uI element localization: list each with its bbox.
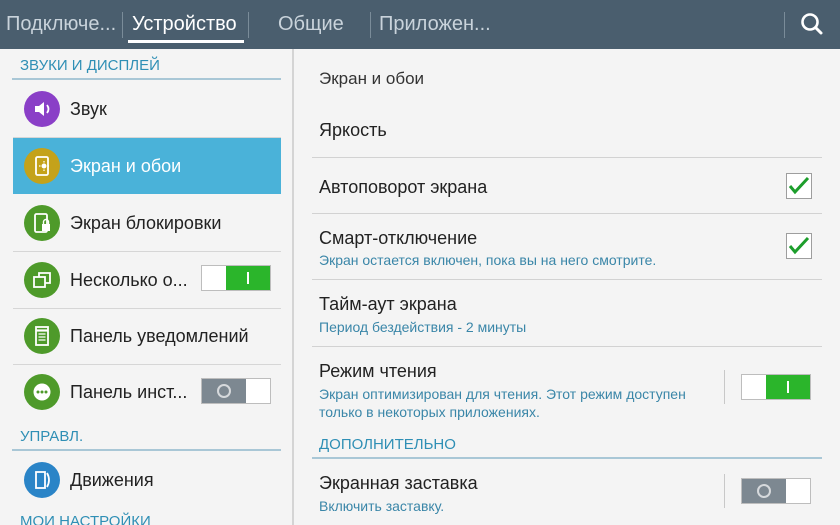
smart-stay-checkbox[interactable] — [786, 233, 812, 259]
sidebar-item-label: Звук — [70, 99, 107, 119]
sidebar-item-label: Несколько о... — [70, 270, 188, 290]
auto-rotate-checkbox[interactable] — [786, 173, 812, 199]
screen-brightness-icon — [24, 148, 60, 184]
screen-saver-toggle[interactable] — [741, 478, 811, 504]
tab-separator — [370, 12, 371, 38]
tab-separator — [248, 12, 249, 38]
checkmark-icon — [788, 236, 810, 255]
settings-app: Подключе... Устройство Общие Приложен...… — [0, 0, 840, 525]
tab-separator — [122, 12, 123, 38]
sidebar-item-lock-screen[interactable]: Экран блокировки — [13, 195, 281, 251]
tab-separator — [784, 12, 785, 38]
sidebar-item-label: Панель уведомлений — [70, 326, 249, 346]
speaker-icon — [24, 91, 60, 127]
screen-saver-description: Включить заставку. — [319, 498, 445, 514]
multi-window-icon — [24, 262, 60, 298]
reading-mode-description: Экран оптимизирован для чтения. Этот реж… — [319, 386, 686, 420]
section-divider — [312, 457, 822, 459]
search-button[interactable] — [786, 0, 840, 49]
tab-connections[interactable]: Подключе... — [6, 0, 116, 49]
sidebar-section-header: ЗВУКИ И ДИСПЛЕЙ — [20, 57, 160, 74]
smart-stay-description: Экран остается включен, пока вы на него … — [319, 252, 657, 268]
sidebar-item-notification-panel[interactable]: Панель уведомлений — [13, 308, 281, 364]
smart-stay-row[interactable]: Смарт-отключение — [319, 228, 477, 249]
reading-mode-toggle[interactable] — [741, 374, 811, 400]
auto-rotate-row[interactable]: Автоповорот экрана — [319, 177, 487, 198]
top-tab-bar: Подключе... Устройство Общие Приложен... — [0, 0, 840, 49]
sidebar-section-header: МОИ НАСТРОЙКИ — [20, 513, 151, 525]
checkmark-icon — [788, 176, 810, 195]
brightness-row[interactable]: Яркость — [319, 120, 387, 141]
motion-icon — [24, 462, 60, 498]
search-icon — [801, 13, 823, 35]
row-divider — [312, 279, 822, 280]
sidebar-item-label: Движения — [70, 470, 154, 490]
sidebar-item-label: Экран блокировки — [70, 213, 222, 233]
page-title: Экран и обои — [319, 69, 425, 88]
row-divider — [312, 213, 822, 214]
section-divider — [12, 449, 281, 451]
toolbox-icon — [24, 374, 60, 410]
sidebar-item-display-wallpaper[interactable]: Экран и обои — [13, 138, 281, 194]
multi-window-toggle[interactable] — [201, 265, 271, 291]
notification-panel-icon — [24, 318, 60, 354]
row-divider — [312, 346, 822, 347]
vertical-separator — [724, 474, 725, 508]
sidebar-section-header: УПРАВЛ. — [20, 428, 84, 445]
tab-applications[interactable]: Приложен... — [379, 0, 491, 49]
row-divider — [312, 157, 822, 158]
toolbox-toggle[interactable] — [201, 378, 271, 404]
section-header-advanced: ДОПОЛНИТЕЛЬНО — [319, 436, 456, 453]
screen-timeout-row[interactable]: Тайм-аут экрана — [319, 294, 457, 315]
screen-saver-row[interactable]: Экранная заставка — [319, 473, 478, 494]
sidebar-item-sound[interactable]: Звук — [13, 81, 281, 137]
section-divider — [12, 78, 281, 80]
sidebar-item-label: Панель инст... — [70, 382, 188, 402]
tab-general[interactable]: Общие — [278, 0, 344, 49]
active-tab-indicator — [128, 40, 244, 43]
screen-timeout-description: Период бездействия - 2 минуты — [319, 319, 527, 335]
sidebar-item-label: Экран и обои — [70, 156, 182, 176]
sidebar-item-motions[interactable]: Движения — [13, 452, 281, 508]
lock-screen-icon — [24, 205, 60, 241]
reading-mode-row[interactable]: Режим чтения — [319, 361, 437, 382]
vertical-separator — [724, 370, 725, 404]
